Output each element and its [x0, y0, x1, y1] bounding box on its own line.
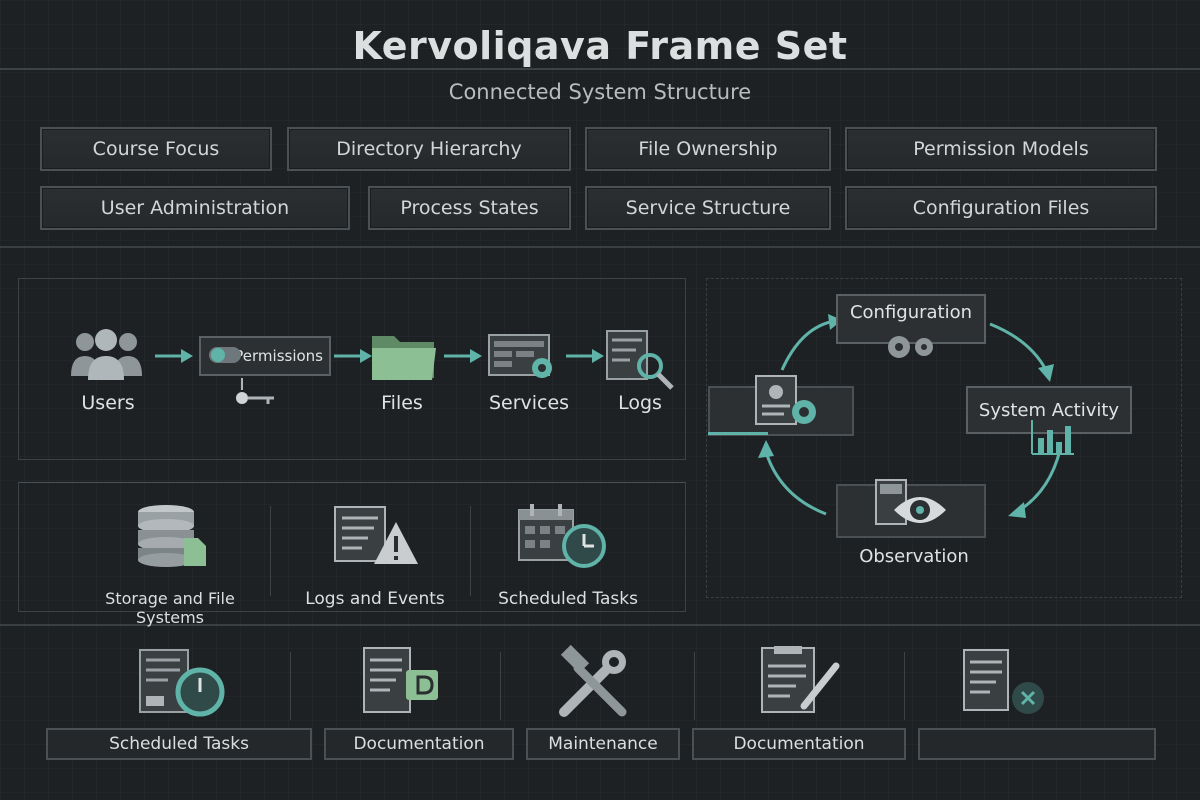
calendar-clock-icon	[518, 504, 606, 568]
tool-label-scheduled: Scheduled Tasks	[109, 734, 249, 754]
tag-file-ownership[interactable]: File Ownership	[585, 127, 831, 171]
flow-label-logs: Logs	[618, 392, 662, 414]
tag-configuration-files[interactable]: Configuration Files	[845, 186, 1157, 230]
document-remove-icon	[963, 649, 1044, 714]
flow-label-services: Services	[488, 392, 570, 414]
tool-documentation-1[interactable]: Documentation	[324, 728, 514, 760]
database-icon	[138, 505, 206, 567]
services-icon	[488, 334, 552, 378]
page-subtitle: Connected System Structure	[448, 80, 752, 104]
document-gear-icon	[755, 375, 816, 425]
document-pencil-icon	[761, 646, 840, 713]
tag-permission-models[interactable]: Permission Models	[845, 127, 1157, 171]
tag-process-states[interactable]: Process States	[368, 186, 571, 230]
cycle-label-system-activity: System Activity	[978, 399, 1120, 421]
resource-label-scheduled: Scheduled Tasks	[498, 589, 638, 609]
document-tag-icon	[363, 647, 438, 713]
tool-label-documentation-1: Documentation	[353, 734, 485, 754]
section-divider-top	[0, 246, 1200, 248]
gears-icon	[888, 336, 933, 358]
resource-label-storage: Storage and File Systems	[105, 589, 235, 627]
logs-search-icon	[606, 330, 674, 390]
flow-label-permissions: Permissions	[234, 347, 323, 365]
log-warning-icon	[334, 506, 418, 564]
tool-label-documentation-2: Documentation	[733, 734, 865, 754]
users-icon	[71, 329, 142, 380]
divider	[904, 652, 905, 720]
cycle-label-observation: Observation	[859, 546, 969, 567]
document-clock-icon	[139, 649, 225, 717]
resource-label-logs-events: Logs and Events	[305, 589, 445, 609]
key-icon	[236, 378, 274, 404]
tool-empty-slot[interactable]	[918, 728, 1156, 760]
divider	[290, 652, 291, 720]
toggle-icon	[209, 347, 241, 363]
divider	[470, 506, 471, 596]
bar-chart-icon	[1031, 420, 1074, 455]
eye-document-icon	[875, 479, 946, 525]
arrow-right-icon	[155, 349, 193, 363]
tag-user-administration[interactable]: User Administration	[40, 186, 350, 230]
flow-label-users: Users	[81, 392, 135, 414]
arrow-right-icon	[444, 349, 482, 363]
tag-course-focus[interactable]: Course Focus	[40, 127, 272, 171]
divider	[270, 506, 271, 596]
header-divider	[0, 68, 1200, 70]
tool-maintenance[interactable]: Maintenance	[526, 728, 680, 760]
accent-bar	[708, 432, 768, 435]
tool-label-maintenance: Maintenance	[548, 734, 658, 754]
page-title: Kervoliqava Frame Set	[352, 24, 848, 68]
tag-service-structure[interactable]: Service Structure	[585, 186, 831, 230]
tool-scheduled-tasks[interactable]: Scheduled Tasks	[46, 728, 312, 760]
tool-documentation-2[interactable]: Documentation	[692, 728, 906, 760]
arrow-right-icon	[334, 349, 372, 363]
flow-label-files: Files	[381, 392, 423, 414]
cycle-label-configuration: Configuration	[849, 301, 973, 323]
divider	[500, 652, 501, 720]
divider	[694, 652, 695, 720]
tag-directory-hierarchy[interactable]: Directory Hierarchy	[287, 127, 571, 171]
tools-icon	[559, 644, 627, 717]
arrow-right-icon	[566, 349, 604, 363]
folder-icon	[372, 336, 436, 380]
